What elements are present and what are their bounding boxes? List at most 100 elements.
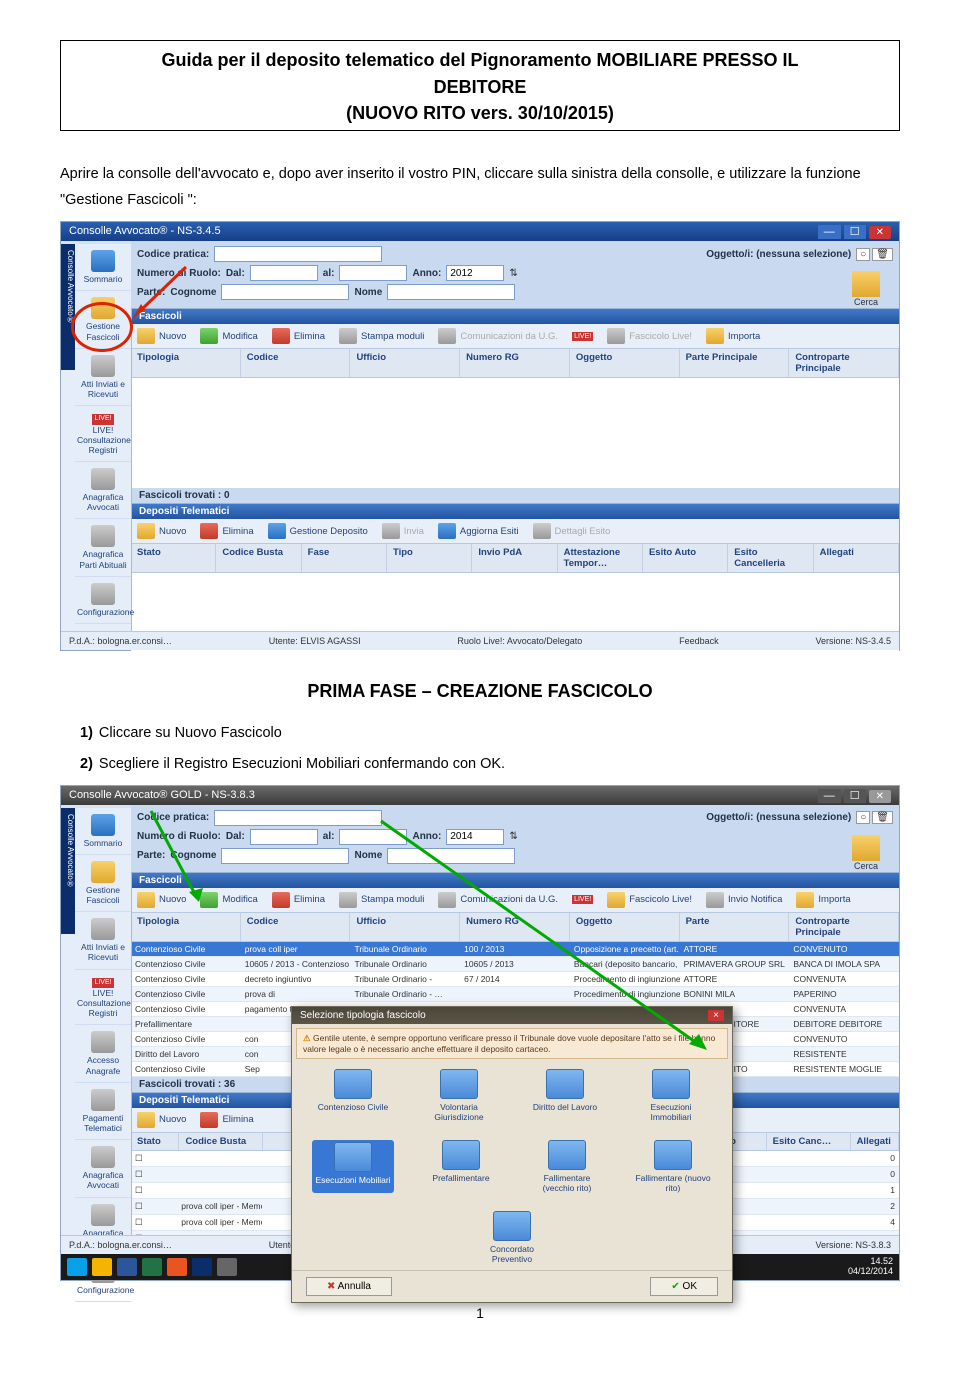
screenshot-2: Consolle Avvocato® GOLD - NS-3.8.3 —☐✕ C… — [60, 785, 900, 1281]
sidebar-item-sommario[interactable]: Sommario — [75, 244, 131, 291]
sidebar-item-live[interactable]: LIVE!LIVE! Consultazione Registri — [75, 970, 131, 1026]
close-icon[interactable]: ✕ — [869, 226, 891, 239]
maximize-icon[interactable]: ☐ — [844, 225, 866, 239]
gestione-deposito-button[interactable]: Gestione Deposito — [268, 523, 368, 539]
word-icon[interactable] — [117, 1258, 137, 1276]
cerca-button[interactable]: Cerca — [841, 271, 891, 307]
live-icon: LIVE! — [572, 332, 593, 341]
fascicoli-grid-header: TipologiaCodiceUfficioNumero RGOggettoPa… — [131, 349, 899, 378]
sidebar-item-sommario[interactable]: Sommario — [75, 808, 131, 855]
page-number: 1 — [60, 1305, 900, 1321]
folder-icon — [546, 1069, 584, 1099]
oggetto-label: Oggetto/i: (nessuna selezione) — [706, 812, 851, 823]
status-feedback[interactable]: Feedback — [679, 636, 719, 646]
anno-input[interactable] — [446, 265, 504, 281]
oggetto-buttons[interactable]: ○🗑 — [856, 248, 893, 261]
firefox-icon[interactable] — [167, 1258, 187, 1276]
minimize-icon[interactable]: — — [818, 789, 841, 803]
sidebar-item-configurazione[interactable]: Configurazione — [75, 577, 131, 624]
live-icon: LIVE! — [92, 978, 113, 988]
new-icon — [137, 523, 155, 539]
cerca-button[interactable]: Cerca — [841, 835, 891, 871]
live-button[interactable]: LIVE! — [572, 332, 593, 341]
minimize-icon[interactable]: — — [818, 225, 841, 239]
nome-input[interactable] — [387, 284, 515, 300]
status-ruolo: Ruolo Live!: Avvocato/Delegato — [457, 636, 582, 646]
tipo-diritto-lavoro[interactable]: Diritto del Lavoro — [526, 1069, 604, 1122]
folder-icon — [442, 1140, 480, 1170]
sidebar-item-anagrafica-avvocati[interactable]: Anagrafica Avvocati — [75, 1140, 131, 1197]
sidebar-item-anagrafica-avvocati[interactable]: Anagrafica Avvocati — [75, 462, 131, 519]
explorer-icon[interactable] — [92, 1258, 112, 1276]
refresh-icon — [438, 523, 456, 539]
invio-notifica-button[interactable]: Invio Notifica — [706, 892, 782, 908]
importa-button[interactable]: Importa — [706, 328, 760, 344]
folder-icon — [440, 1069, 478, 1099]
ok-button[interactable]: ✔ OK — [650, 1277, 718, 1296]
elimina-button[interactable]: Elimina — [272, 328, 325, 344]
folder-icon — [91, 861, 115, 883]
stepper-icon[interactable]: ⇅ — [509, 268, 517, 279]
excel-icon[interactable] — [142, 1258, 162, 1276]
sidebar-item-gestione-fascicoli[interactable]: Gestione Fascicoli — [75, 855, 131, 912]
sidebar-item-pagamenti[interactable]: Pagamenti Telematici — [75, 1083, 131, 1140]
sidebar-tab[interactable]: Consolle Avvocato® — [61, 244, 75, 370]
sidebar-item-anagrafica-parti[interactable]: Anagrafica Parti Abituali — [75, 519, 131, 576]
sidebar-item-live[interactable]: LIVE!LIVE! Consultazione Registri — [75, 406, 131, 462]
close-icon[interactable]: ✕ — [869, 790, 891, 803]
taskbar-clock[interactable]: 14.5204/12/2014 — [848, 1257, 893, 1277]
nuovo-button[interactable]: Nuovo — [137, 328, 186, 344]
tipo-esecuzioni-mobiliari[interactable]: Esecuzioni Mobiliari — [312, 1140, 394, 1193]
elimina-button[interactable]: Elimina — [272, 892, 325, 908]
dal-input[interactable] — [250, 265, 318, 281]
nuovo-deposito-button[interactable]: Nuovo — [137, 523, 186, 539]
nuovo-deposito-button[interactable]: Nuovo — [137, 1112, 186, 1128]
cognome-input[interactable] — [221, 284, 349, 300]
sidebar-item-atti[interactable]: Atti Inviati e Ricevuti — [75, 912, 131, 969]
app-icon[interactable] — [217, 1258, 237, 1276]
tipo-esecuzioni-immobiliari[interactable]: Esecuzioni Immobiliari — [632, 1069, 710, 1122]
import-icon — [796, 892, 814, 908]
sidebar-item-atti[interactable]: Atti Inviati e Ricevuti — [75, 349, 131, 406]
live-icon: LIVE! — [92, 414, 113, 424]
codice-input[interactable] — [214, 810, 382, 826]
aggiorna-esiti-button[interactable]: Aggiorna Esiti — [438, 523, 519, 539]
codice-input[interactable] — [214, 246, 382, 262]
new-icon — [137, 1112, 155, 1128]
tipo-volontaria[interactable]: Volontaria Giurisdizione — [420, 1069, 498, 1122]
modifica-button[interactable]: Modifica — [200, 328, 257, 344]
sidebar-tab[interactable]: Consolle Avvocato® — [61, 808, 75, 934]
comunicazioni-button[interactable]: Comunicazioni da U.G. — [438, 328, 558, 344]
dal-input[interactable] — [250, 829, 318, 845]
oggetto-buttons[interactable]: ○🗑 — [856, 811, 893, 824]
annotation-circle — [71, 302, 133, 352]
al-input[interactable] — [339, 265, 407, 281]
importa-button[interactable]: Importa — [796, 892, 850, 908]
tipo-contenzioso-civile[interactable]: Contenzioso Civile — [314, 1069, 392, 1122]
maximize-icon[interactable]: ☐ — [844, 789, 866, 803]
cognome-input[interactable] — [221, 848, 349, 864]
stampa-button[interactable]: Stampa moduli — [339, 328, 424, 344]
elimina-deposito-button[interactable]: Elimina — [200, 1112, 253, 1128]
invia-button[interactable]: Invia — [382, 523, 424, 539]
mail-icon — [91, 355, 115, 377]
tipo-fallimentare-vecchio[interactable]: Fallimentare (vecchio rito) — [528, 1140, 606, 1193]
dialog-items: Contenzioso Civile Volontaria Giurisdizi… — [292, 1063, 732, 1270]
folder-icon — [652, 1069, 690, 1099]
windows-start-icon[interactable] — [67, 1258, 87, 1276]
window-title: Consolle Avvocato® GOLD - NS-3.8.3 — [69, 789, 255, 802]
app-icon[interactable] — [192, 1258, 212, 1276]
elimina-deposito-button[interactable]: Elimina — [200, 523, 253, 539]
tipo-concordato[interactable]: Concordato Preventivo — [473, 1211, 551, 1264]
tipo-fallimentare-nuovo[interactable]: Fallimentare (nuovo rito) — [634, 1140, 712, 1193]
window-title-bar: Consolle Avvocato® - NS-3.4.5 —☐✕ — [61, 222, 899, 241]
dettagli-esito-button[interactable]: Dettagli Esito — [533, 523, 611, 539]
delete-icon — [200, 1112, 218, 1128]
sidebar-item-accesso-anagrafe[interactable]: Accesso Anagrafe — [75, 1025, 131, 1082]
fascicolo-live-button[interactable]: Fascicolo Live! — [607, 328, 692, 344]
taskbar-left — [67, 1258, 237, 1276]
people-icon — [91, 1146, 115, 1168]
people-icon — [91, 468, 115, 490]
annulla-button[interactable]: ✖ Annulla — [306, 1277, 392, 1296]
tipo-prefallimentare[interactable]: Prefallimentare — [422, 1140, 500, 1193]
